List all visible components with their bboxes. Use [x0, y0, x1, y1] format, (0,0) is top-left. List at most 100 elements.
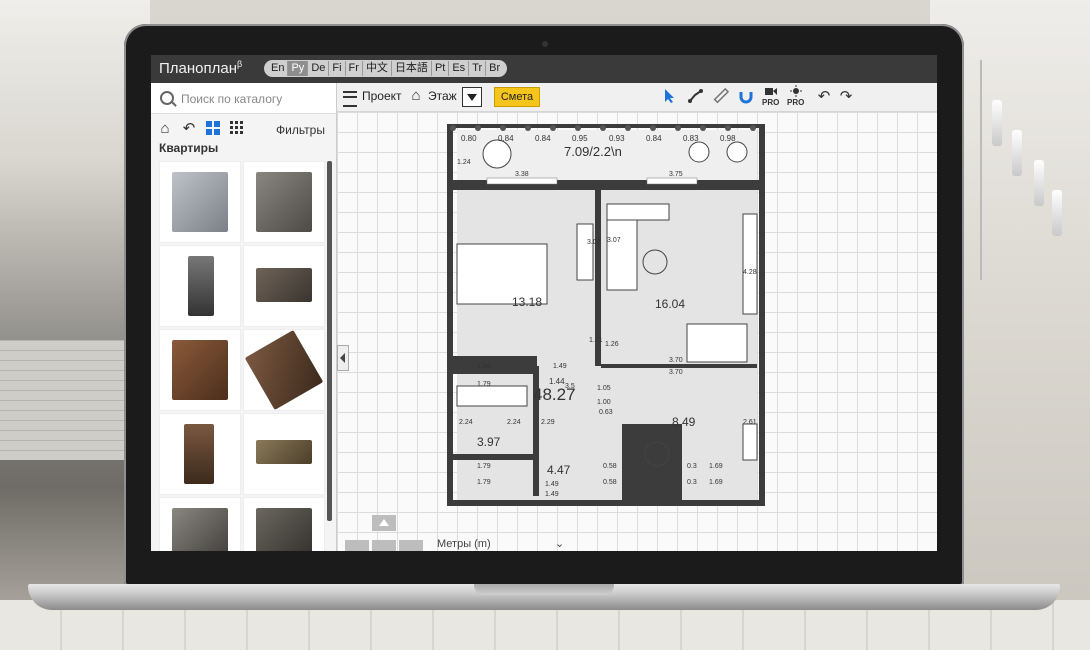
catalog-item[interactable]	[159, 161, 241, 243]
chandelier	[980, 60, 1072, 280]
dimension-handle[interactable]	[450, 125, 456, 131]
dimension-label: 0.84	[498, 134, 514, 143]
magnet-icon[interactable]	[737, 88, 755, 106]
dimension-handle[interactable]	[475, 125, 481, 131]
main-toolbar: Проект ⌂ Этаж Смета PRO PRO ↶ ↷	[337, 83, 937, 112]
app-window: Планопланβ EnРуDeFiFr中文日本語PtEsTrBr ⌂ ↶ Ф…	[151, 55, 937, 551]
dimension-handle[interactable]	[675, 125, 681, 131]
dimension-label: 0.84	[646, 134, 662, 143]
dimension-label: 0.93	[609, 134, 625, 143]
pan-right-button[interactable]	[399, 540, 423, 551]
floor-menu[interactable]: Этаж	[428, 89, 457, 103]
units-select[interactable]: Метры (m)	[437, 538, 491, 550]
dimension-label: 0.84	[535, 134, 551, 143]
undo-icon[interactable]: ↶	[181, 121, 197, 137]
catalog-item[interactable]	[159, 329, 241, 411]
dimension-handle[interactable]	[650, 125, 656, 131]
dimension-label: 3.75	[669, 171, 683, 178]
chevron-down-icon[interactable]: ⌄	[555, 537, 564, 550]
dimension-handle[interactable]	[700, 125, 706, 131]
catalog-item[interactable]	[159, 245, 241, 327]
dimension-handle[interactable]	[600, 125, 606, 131]
beta-mark: β	[237, 59, 243, 69]
dimension-handle[interactable]	[750, 125, 756, 131]
dimension-label: 3.5	[565, 383, 575, 390]
catalog-item[interactable]	[243, 329, 325, 411]
dimension-label: 1.21	[589, 337, 603, 344]
estimate-button[interactable]: Смета	[494, 87, 540, 107]
catalog-item[interactable]	[243, 161, 325, 243]
plan-canvas[interactable]: 7.09/2.2\n 13.18 16.04 8.49 3.97 4.47 1.…	[337, 112, 937, 551]
dimension-handle[interactable]	[625, 125, 631, 131]
search-input[interactable]	[179, 89, 333, 109]
language-option[interactable]: Tr	[469, 61, 487, 76]
ruler-icon[interactable]	[712, 87, 730, 106]
language-option[interactable]: De	[308, 61, 330, 76]
language-option[interactable]: Fr	[346, 61, 363, 76]
dimension-label: 3.07	[607, 237, 621, 244]
room-area-label: 3.97	[477, 435, 501, 449]
dimension-label: 3.70	[669, 369, 683, 376]
catalog-tools: ⌂ ↶ Фильтры	[151, 119, 336, 141]
category-title: Квартиры	[159, 141, 219, 155]
dimension-handle[interactable]	[500, 125, 506, 131]
collapse-sidebar-button[interactable]	[337, 345, 349, 371]
background-brick-wall	[0, 340, 140, 460]
catalog-grid	[159, 161, 325, 551]
search-bar	[151, 83, 336, 114]
dimension-label: 1.69	[709, 479, 723, 486]
dimension-label: 1.49	[545, 491, 559, 498]
redo-icon[interactable]: ↷	[837, 88, 855, 106]
dimension-label: 1.24	[457, 159, 471, 166]
grid-small-icon[interactable]	[229, 121, 245, 137]
grid-large-icon[interactable]	[205, 121, 221, 137]
project-menu[interactable]: Проект	[362, 89, 402, 103]
menu-icon[interactable]	[343, 91, 357, 107]
catalog-item[interactable]	[159, 497, 241, 551]
language-option[interactable]: Ру	[288, 61, 309, 76]
floor-dropdown[interactable]	[462, 87, 482, 107]
home-icon[interactable]: ⌂	[157, 121, 173, 137]
language-option[interactable]: Br	[486, 61, 503, 76]
catalog-scrollbar[interactable]	[327, 161, 332, 521]
dimension-label: 4.28	[743, 269, 757, 276]
pro-label-video: PRO	[762, 98, 780, 107]
room-area-label: 13.18	[512, 295, 542, 309]
language-option[interactable]: En	[268, 61, 289, 76]
select-arrow-icon[interactable]	[661, 88, 679, 106]
language-option[interactable]: 中文	[363, 61, 392, 76]
room-area-label: 16.04	[655, 297, 685, 311]
pan-left-button[interactable]	[345, 540, 369, 551]
dimension-label: 0.95	[572, 134, 588, 143]
dimension-label: 0.3	[687, 479, 697, 486]
dimension-label: 3.02	[587, 239, 601, 246]
dimension-label: 1.05	[597, 385, 611, 392]
catalog-item[interactable]	[159, 413, 241, 495]
room-area-label: 8.49	[672, 415, 696, 429]
dimension-label: 1.69	[709, 463, 723, 470]
undo-icon[interactable]: ↶	[815, 88, 833, 106]
dimension-handle[interactable]	[525, 125, 531, 131]
dimension-label: 1.79	[477, 479, 491, 486]
dimension-label: 1.26	[605, 341, 619, 348]
language-option[interactable]: Fi	[329, 61, 346, 76]
polyline-icon[interactable]	[687, 88, 705, 106]
filters-button[interactable]: Фильтры	[276, 123, 325, 137]
language-option[interactable]: Pt	[432, 61, 450, 76]
pan-up-button[interactable]	[372, 515, 396, 531]
dimension-label: 0.58	[603, 479, 617, 486]
dimension-handle[interactable]	[725, 125, 731, 131]
dimension-label: 3.38	[515, 171, 529, 178]
catalog-item[interactable]	[243, 497, 325, 551]
catalog-item[interactable]	[243, 245, 325, 327]
dimension-handle[interactable]	[575, 125, 581, 131]
catalog-item[interactable]	[243, 413, 325, 495]
pan-center-button[interactable]	[372, 540, 396, 551]
language-option[interactable]: 日本語	[392, 61, 432, 76]
dimension-handle[interactable]	[550, 125, 556, 131]
search-icon	[160, 91, 174, 105]
language-switcher: En Ру De Fi Fr 中文 日本語 Pt Es Tr Br	[264, 60, 508, 77]
language-option[interactable]: Es	[449, 61, 470, 76]
floor-plan[interactable]: 7.09/2.2\n 13.18 16.04 8.49 3.97 4.47 1.…	[447, 124, 765, 506]
dimension-label: 3.70	[669, 357, 683, 364]
